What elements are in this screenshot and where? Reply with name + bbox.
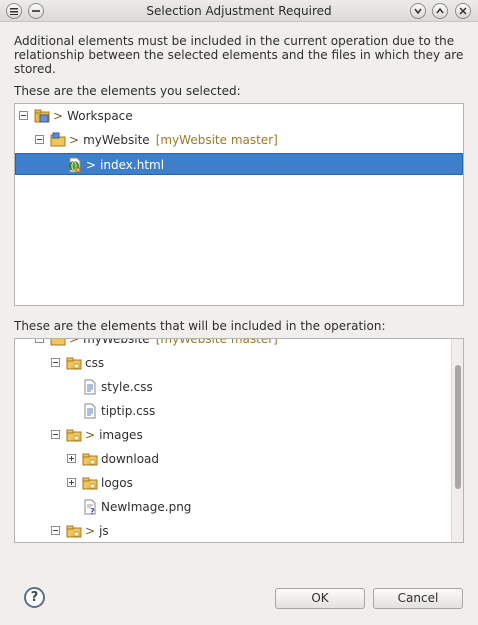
chevron-up-icon[interactable] (432, 3, 448, 19)
folder-icon (82, 475, 98, 491)
tree-row-label: download (101, 452, 160, 466)
file-icon (82, 379, 98, 395)
vertical-scrollbar[interactable] (451, 339, 463, 542)
tree-row-label: > myWebsite [myWebsite master] (69, 133, 278, 147)
window-title: Selection Adjustment Required (146, 4, 332, 18)
ok-button[interactable]: OK (275, 588, 365, 609)
project-folder-icon (50, 339, 66, 347)
folder-icon (66, 355, 82, 371)
collapse-icon[interactable] (35, 135, 44, 144)
unknown-file-icon: ? (82, 499, 98, 516)
tree-row[interactable]: style.css (15, 376, 463, 398)
expand-icon[interactable] (67, 454, 76, 463)
included-elements-tree[interactable]: > myWebsite [myWebsite master] css style.css… (14, 338, 464, 543)
tree-row-label: css (85, 356, 105, 370)
tree-row[interactable]: css (15, 352, 463, 374)
tree-row-label: > Workspace (53, 109, 133, 123)
collapse-icon[interactable] (51, 430, 60, 439)
svg-text:?: ? (90, 507, 95, 515)
tree-row[interactable]: download (15, 448, 463, 470)
collapse-icon[interactable] (35, 339, 44, 343)
collapse-icon[interactable] (51, 526, 60, 535)
chevron-down-icon[interactable] (410, 3, 426, 19)
included-elements-label: These are the elements that will be incl… (14, 319, 386, 333)
scrollbar-thumb[interactable] (455, 365, 461, 489)
tree-row[interactable]: tiptip.css (15, 400, 463, 422)
tree-row-label: tiptip.css (101, 404, 156, 418)
collapse-icon[interactable] (51, 358, 60, 367)
workspace-icon (34, 108, 50, 124)
tree-row[interactable]: > myWebsite [myWebsite master] (15, 129, 463, 151)
tree-row-label: style.css (101, 380, 153, 394)
tree-row-label: logos (101, 476, 133, 490)
tree-row-label: > myWebsite [myWebsite master] (69, 338, 278, 346)
selected-elements-label: These are the elements you selected: (14, 84, 241, 98)
tree-row[interactable]: > myWebsite [myWebsite master] (15, 338, 463, 350)
project-folder-icon (50, 132, 66, 148)
tree-row[interactable]: > images (15, 424, 463, 446)
folder-icon (66, 523, 82, 539)
selected-elements-tree[interactable]: > Workspace > myWebsite [myWebsite master] > i… (14, 103, 464, 306)
tree-row[interactable]: > index.html (15, 153, 463, 175)
collapse-icon[interactable] (19, 111, 28, 120)
expand-icon[interactable] (67, 478, 76, 487)
tree-row[interactable]: ? NewImage.png (15, 496, 463, 518)
folder-icon (66, 427, 82, 443)
cancel-button[interactable]: Cancel (373, 588, 463, 609)
html-file-icon (67, 157, 83, 173)
close-icon[interactable] (455, 3, 471, 19)
tree-row[interactable]: logos (15, 472, 463, 494)
tree-row[interactable]: > js (15, 520, 463, 542)
file-icon (82, 403, 98, 419)
title-bar: Selection Adjustment Required (0, 0, 478, 22)
folder-icon (82, 451, 98, 467)
tree-row[interactable]: > Workspace (15, 105, 463, 127)
help-button[interactable]: ? (24, 587, 45, 608)
tree-row-label: NewImage.png (101, 500, 192, 514)
tree-row-label: > index.html (86, 158, 165, 172)
tree-row-label: > js (85, 524, 109, 538)
tree-row-label: > images (85, 428, 143, 442)
description-text: Additional elements must be included in … (14, 34, 464, 76)
